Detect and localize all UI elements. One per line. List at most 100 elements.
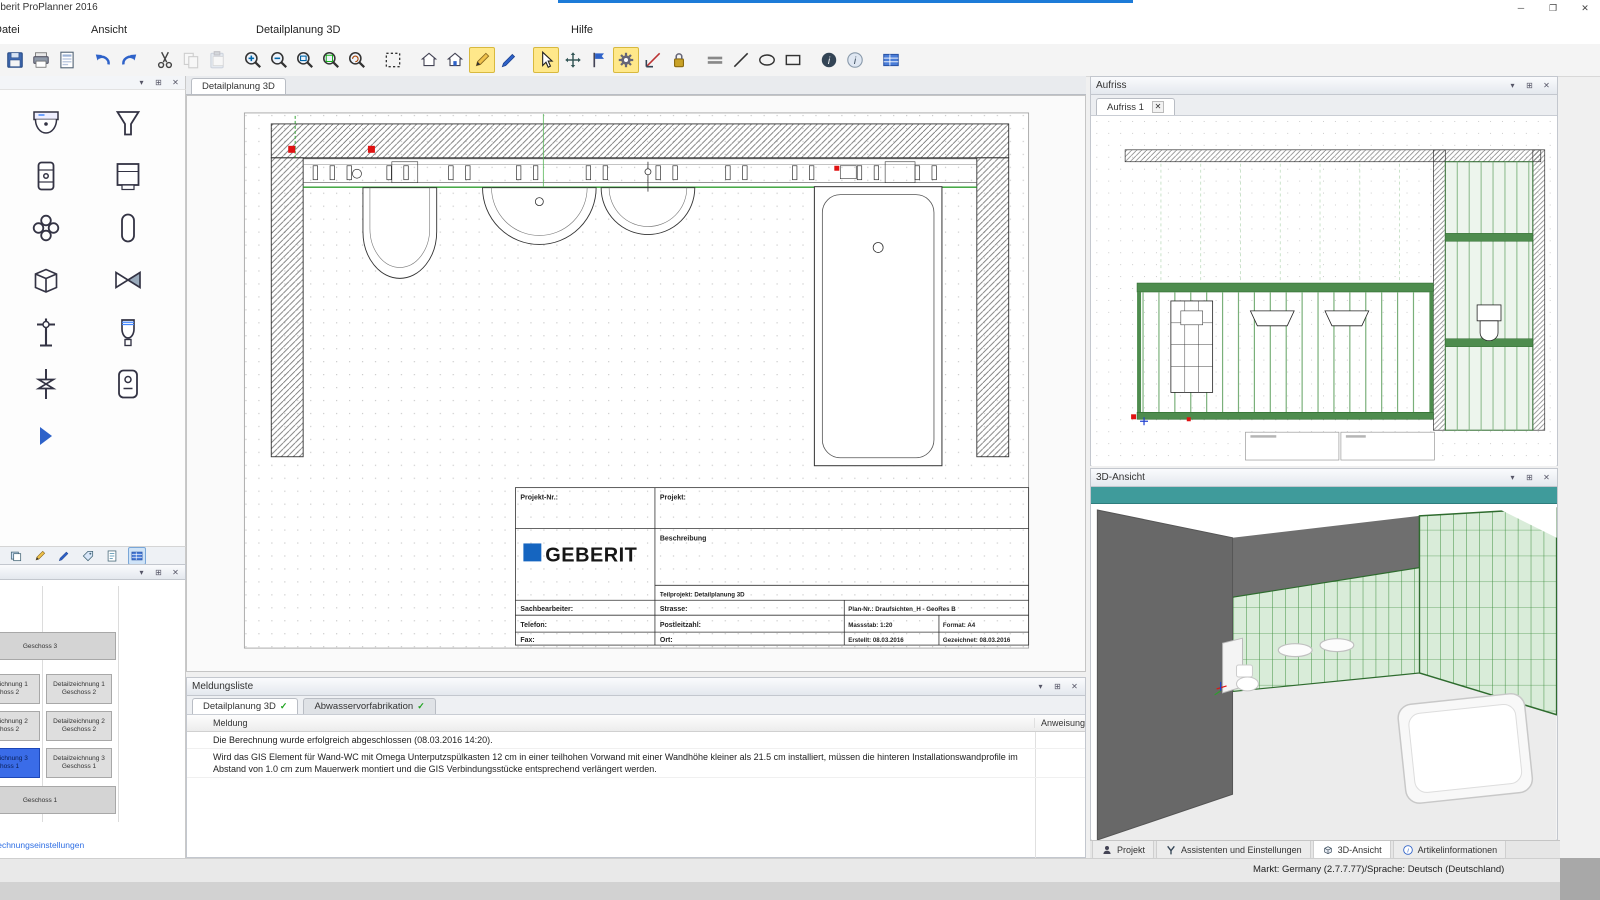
catalog-item-valve[interactable] (98, 260, 158, 300)
calculation-settings-link[interactable]: Berechnungseinstellungen (0, 840, 84, 850)
report-icon[interactable] (55, 48, 79, 72)
column-anweisung[interactable]: Anweisung (1035, 718, 1085, 728)
column-meldung[interactable]: Meldung (187, 718, 1035, 728)
pin-panel-button[interactable]: ▾ (1035, 682, 1046, 691)
view3d-panel: 3D-Ansicht ▾⊞✕ (1090, 468, 1558, 840)
catalog-item-wc-element[interactable] (16, 156, 76, 196)
overview-block[interactable]: Detailzeichnung 2 Geschoss 2 (46, 711, 112, 741)
tab-close-icon[interactable]: ✕ (1152, 101, 1164, 113)
float-panel-button[interactable]: ⊞ (153, 78, 164, 87)
lock-icon[interactable] (667, 48, 691, 72)
catalog-item-urinal[interactable] (98, 312, 158, 352)
tab-aufriss-1[interactable]: Aufriss 1 ✕ (1096, 98, 1175, 115)
window-controls: ─ ❐ ✕ (1514, 0, 1592, 16)
gear-icon[interactable] (613, 47, 639, 73)
pin-panel-button[interactable]: ▾ (136, 568, 147, 577)
overview-block[interactable]: Detailzeichnung 3 Geschoss 1 (46, 748, 112, 778)
message-row[interactable]: Die Berechnung wurde erfolgreich abgesch… (187, 732, 1085, 749)
copy-icon[interactable] (179, 48, 203, 72)
menu-ansicht[interactable]: Ansicht (85, 22, 133, 38)
drawing-canvas[interactable]: 5 (186, 95, 1086, 672)
flag-icon[interactable] (587, 48, 611, 72)
elevation-panel-title: Aufriss (1096, 80, 1127, 91)
overview-block[interactable]: Detailzeichnung 3 Geschoss 1 (0, 748, 40, 778)
info-light-icon[interactable]: i (843, 48, 867, 72)
catalog-item-standpipe[interactable] (98, 208, 158, 248)
overview-floor-top[interactable]: Geschoss 3 (0, 632, 116, 660)
pen-blue-icon[interactable] (497, 48, 521, 72)
zoom-window-icon[interactable] (293, 48, 317, 72)
zoom-in-icon[interactable] (241, 48, 265, 72)
close-panel-button[interactable]: ✕ (1541, 81, 1552, 90)
home-icon[interactable] (417, 48, 441, 72)
pin-panel-button[interactable]: ▾ (1507, 81, 1518, 90)
catalog-item-module[interactable] (98, 364, 158, 404)
select-area-icon[interactable] (381, 48, 405, 72)
redo-icon[interactable] (117, 48, 141, 72)
view3d-toolbar[interactable] (1091, 487, 1557, 504)
tag-icon[interactable] (80, 548, 96, 564)
pen-blue-icon[interactable] (56, 548, 72, 564)
elevation-tabstrip: Aufriss 1 ✕ (1091, 95, 1557, 116)
menu-hilfe[interactable]: Hilfe (565, 22, 599, 38)
pencil-icon[interactable] (32, 548, 48, 564)
overview-floor-bottom[interactable]: Geschoss 1 (0, 786, 116, 814)
ellipse-icon[interactable] (755, 48, 779, 72)
close-panel-button[interactable]: ✕ (1541, 473, 1552, 482)
float-panel-button[interactable]: ⊞ (1524, 81, 1535, 90)
catalog-item-marker[interactable] (16, 416, 76, 456)
close-panel-button[interactable]: ✕ (170, 78, 181, 87)
elevation-drawing (1091, 116, 1557, 466)
svg-text:Telefon:: Telefon: (520, 622, 547, 629)
overview-block[interactable]: Detailzeichnung 1 Geschoss 2 (46, 674, 112, 704)
cursor-icon[interactable] (533, 47, 559, 73)
float-panel-button[interactable]: ⊞ (153, 568, 164, 577)
minimize-button[interactable]: ─ (1514, 0, 1528, 16)
home2-icon[interactable] (443, 48, 467, 72)
close-button[interactable]: ✕ (1578, 0, 1592, 16)
layers-icon[interactable] (8, 548, 24, 564)
message-tab-1[interactable]: Detailplanung 3D✓ (192, 698, 298, 714)
overview-block[interactable]: Detailzeichnung 2 Geschoss 2 (0, 711, 40, 741)
table-blue-icon[interactable] (879, 48, 903, 72)
catalog-item-inline-valve[interactable] (16, 364, 76, 404)
close-panel-button[interactable]: ✕ (1069, 682, 1080, 691)
info-dark-icon[interactable]: i (817, 48, 841, 72)
zoom-out-icon[interactable] (267, 48, 291, 72)
catalog-item-cistern[interactable] (98, 156, 158, 196)
measure-icon[interactable] (641, 48, 665, 72)
move-icon[interactable] (561, 48, 585, 72)
catalog-item-funnel[interactable] (98, 104, 158, 144)
print-icon[interactable] (29, 48, 53, 72)
menu-detailplanung-3d[interactable]: Detailplanung 3D (250, 22, 346, 38)
pin-panel-button[interactable]: ▾ (136, 78, 147, 87)
message-row[interactable]: Wird das GIS Element für Wand-WC mit Ome… (187, 749, 1085, 778)
cut-icon[interactable] (153, 48, 177, 72)
catalog-item-open-box[interactable] (16, 260, 76, 300)
wall-icon[interactable] (703, 48, 727, 72)
pin-panel-button[interactable]: ▾ (1507, 473, 1518, 482)
rect-icon[interactable] (781, 48, 805, 72)
doc-blue-icon[interactable] (104, 548, 120, 564)
catalog-item-washbasin[interactable] (16, 104, 76, 144)
undo-icon[interactable] (91, 48, 115, 72)
float-panel-button[interactable]: ⊞ (1524, 473, 1535, 482)
grid-active-icon[interactable] (128, 547, 146, 565)
message-panel-title: Meldungsliste (192, 681, 253, 692)
catalog-item-rosette[interactable] (16, 208, 76, 248)
menu-datei[interactable]: Datei (0, 22, 26, 38)
catalog-item-pipe-stand[interactable] (16, 312, 76, 352)
maximize-button[interactable]: ❐ (1546, 0, 1560, 16)
close-panel-button[interactable]: ✕ (170, 568, 181, 577)
zoom-prev-icon[interactable] (345, 48, 369, 72)
save-icon[interactable] (3, 48, 27, 72)
zoom-fit-icon[interactable] (319, 48, 343, 72)
overview-block[interactable]: Detailzeichnung 1 Geschoss 2 (0, 674, 40, 704)
message-tab-2[interactable]: Abwasservorfabrikation✓ (303, 698, 435, 714)
tab-detailplanung-3d[interactable]: Detailplanung 3D (191, 78, 286, 94)
paste-icon[interactable] (205, 48, 229, 72)
pencil-icon[interactable] (469, 47, 495, 73)
line-icon[interactable] (729, 48, 753, 72)
float-panel-button[interactable]: ⊞ (1052, 682, 1063, 691)
message-table-header: Meldung Anweisung (187, 715, 1085, 732)
